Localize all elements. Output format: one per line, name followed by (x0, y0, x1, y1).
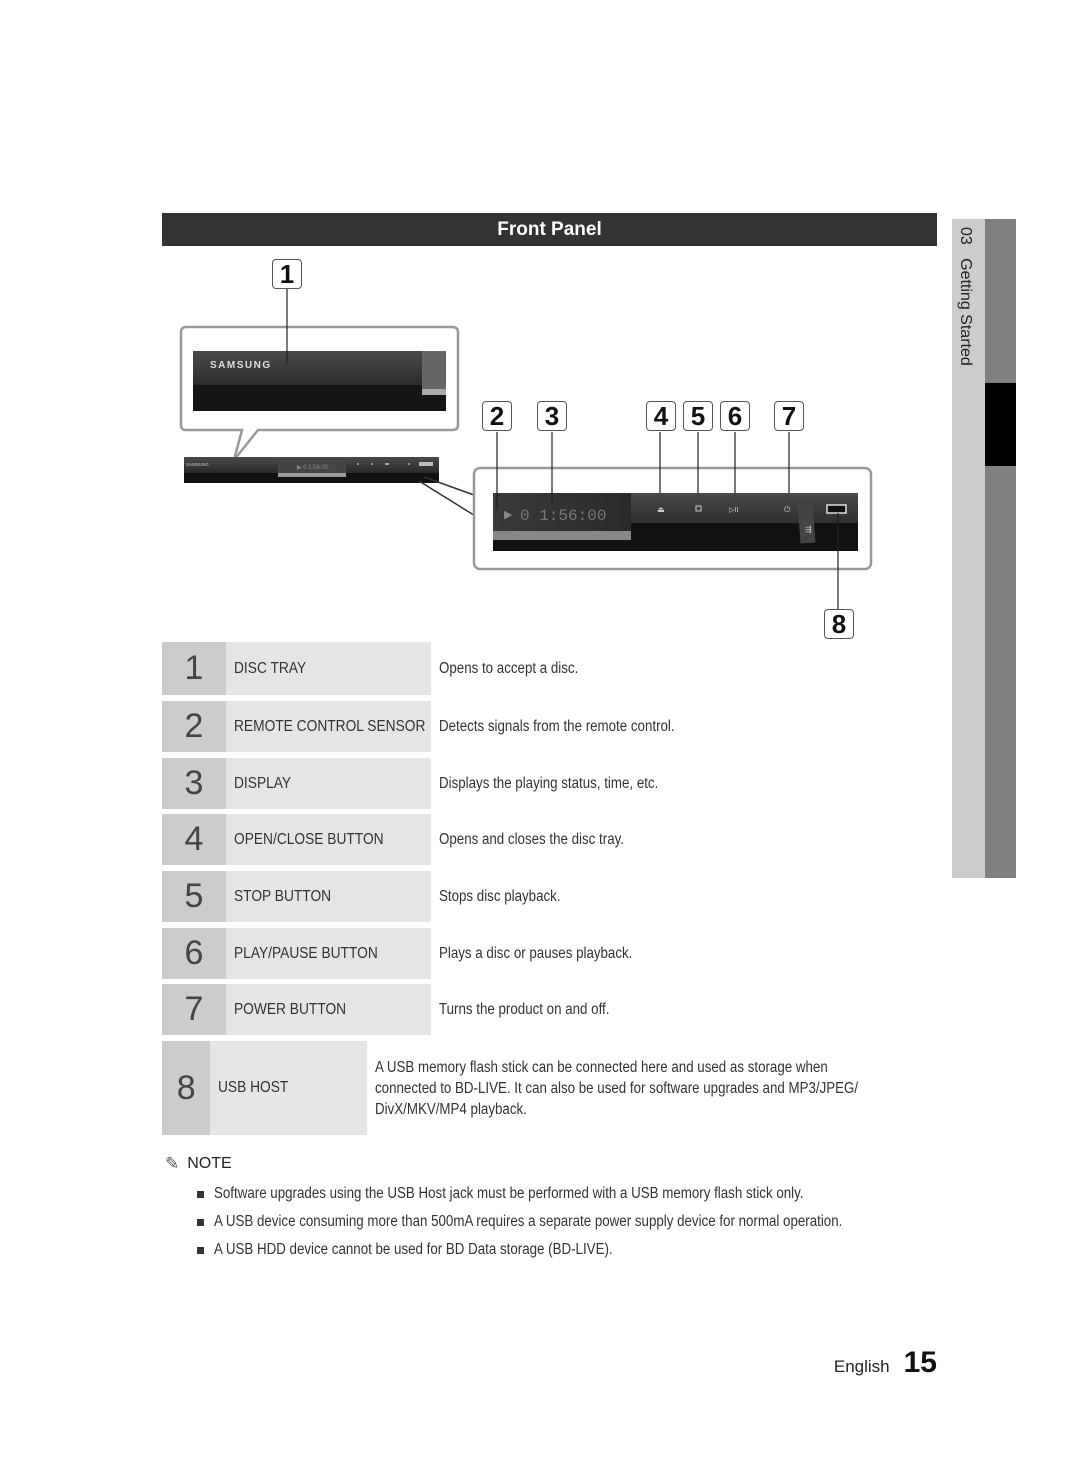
note-item: A USB HDD device cannot be used for BD D… (165, 1236, 925, 1264)
callout-5: 5 (683, 401, 713, 431)
note-item: A USB device consuming more than 500mA r… (165, 1208, 925, 1236)
part-description: Displays the playing status, time, etc. (439, 775, 659, 792)
power-icon: ⏻ (784, 505, 791, 514)
part-name: REMOTE CONTROL SENSOR (234, 717, 426, 735)
front-panel-illustration: SAMSUNG SAMSUNG ▶ 0 1:56:00 ▶ 0 1:56:00 … (179, 289, 873, 610)
callout-8: 8 (824, 609, 854, 639)
part-number: 8 (162, 1041, 211, 1135)
part-number: 7 (162, 984, 226, 1035)
part-number: 2 (162, 701, 226, 752)
part-number: 4 (162, 814, 226, 865)
note-item: Software upgrades using the USB Host jac… (165, 1180, 925, 1208)
callout-6: 6 (720, 401, 750, 431)
table-row: 1 DISC TRAY Opens to accept a disc. (162, 642, 937, 695)
controls-zoom-bubble: ▶ 0 1:56:00 ⏏ ▷II ⏻ ⇶ (472, 466, 873, 571)
page-number: 15 (903, 1346, 937, 1379)
callout-2: 2 (482, 401, 512, 431)
eject-icon: ⏏ (657, 505, 665, 514)
part-description: Opens to accept a disc. (439, 660, 579, 677)
part-description: Turns the product on and off. (439, 1001, 610, 1018)
table-row: 8 USB HOST A USB memory flash stick can … (162, 1041, 937, 1135)
part-description-line: DivX/MKV/MP4 playback. (375, 1100, 528, 1118)
part-description: Detects signals from the remote control. (439, 718, 675, 735)
chapter-side-tab: 03 Getting Started (952, 219, 1016, 878)
part-description: Stops disc playback. (439, 888, 561, 905)
section-header: Front Panel (162, 213, 937, 246)
disc-tray-zoom-bubble: SAMSUNG (179, 325, 460, 461)
table-row: 6 PLAY/PAUSE BUTTON Plays a disc or paus… (162, 928, 937, 979)
part-name: STOP BUTTON (234, 887, 332, 905)
table-row: 2 REMOTE CONTROL SENSOR Detects signals … (162, 701, 937, 752)
callout-7: 7 (774, 401, 804, 431)
part-number: 6 (162, 928, 226, 979)
callout-4: 4 (646, 401, 676, 431)
part-name: POWER BUTTON (234, 1000, 347, 1018)
chapter-marker (985, 383, 1016, 466)
part-description: Plays a disc or pauses playback. (439, 945, 633, 962)
player-overview: SAMSUNG ▶ 0 1:56:00 (184, 457, 478, 518)
part-description-line: connected to BD-LIVE. It can also be use… (375, 1079, 859, 1097)
part-number: 1 (162, 642, 226, 695)
display-readout: 0 1:56:00 (520, 507, 606, 525)
usb-port (826, 504, 847, 514)
pencil-icon: ✎ (165, 1154, 180, 1173)
note-list: Software upgrades using the USB Host jac… (165, 1180, 925, 1264)
part-name: OPEN/CLOSE BUTTON (234, 830, 384, 848)
table-row: 7 POWER BUTTON Turns the product on and … (162, 984, 937, 1035)
bullet-icon (197, 1190, 204, 1198)
remote-sensor-indicator: ▶ (504, 509, 513, 521)
part-name: DISPLAY (234, 774, 292, 792)
svg-text:▶ 0 1:56:00: ▶ 0 1:56:00 (297, 465, 329, 471)
callout-3: 3 (537, 401, 567, 431)
table-row: 5 STOP BUTTON Stops disc playback. (162, 871, 937, 922)
usb-icon: ⇶ (805, 525, 812, 534)
part-number: 5 (162, 871, 226, 922)
part-name: DISC TRAY (234, 659, 307, 677)
callout-1: 1 (272, 259, 302, 289)
bullet-icon (197, 1246, 204, 1254)
section-title: Front Panel (497, 218, 602, 240)
brand-logo: SAMSUNG (210, 360, 272, 371)
chapter-label: 03 Getting Started (957, 227, 974, 366)
part-description-line: A USB memory flash stick can be connecte… (375, 1058, 828, 1076)
bullet-icon (197, 1218, 204, 1226)
svg-text:SAMSUNG: SAMSUNG (186, 462, 209, 467)
table-row: 4 OPEN/CLOSE BUTTON Opens and closes the… (162, 814, 937, 865)
part-name: PLAY/PAUSE BUTTON (234, 944, 378, 962)
part-number: 3 (162, 758, 226, 809)
note-section: ✎ NOTE Software upgrades using the USB H… (165, 1154, 925, 1264)
table-row: 3 DISPLAY Displays the playing status, t… (162, 758, 937, 809)
front-panel-figure: SAMSUNG SAMSUNG ▶ 0 1:56:00 ▶ 0 1:56:00 … (162, 255, 937, 640)
play-pause-icon: ▷II (729, 506, 739, 514)
footer-language: English (833, 1357, 890, 1376)
page-footer: English 15 (834, 1346, 937, 1380)
usb-cover (797, 500, 816, 544)
part-name: USB HOST (218, 1079, 289, 1096)
note-title: NOTE (187, 1155, 232, 1172)
part-description: Opens and closes the disc tray. (439, 831, 624, 848)
